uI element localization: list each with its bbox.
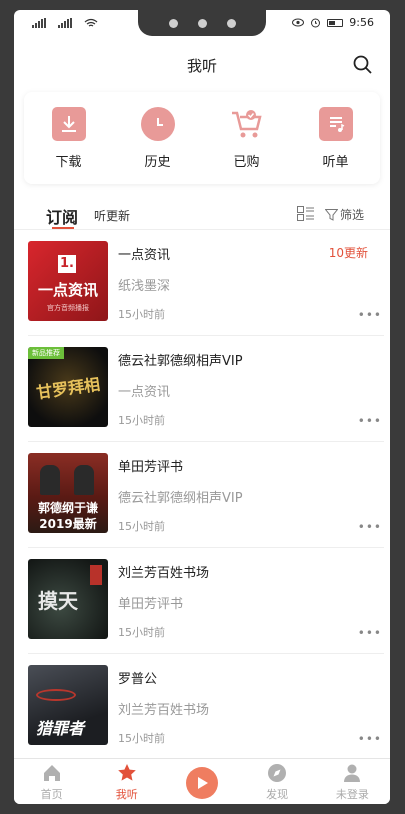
- album-cover[interactable]: 新品推荐 甘罗拜相: [28, 347, 108, 427]
- item-title: 德云社郭德纲相声VIP: [118, 354, 243, 369]
- status-time: 9:56: [349, 16, 374, 29]
- list-tabs: 订阅 听更新 筛选: [14, 200, 390, 232]
- list-item[interactable]: 摸天 刘兰芳百姓书场 单田芳评书 15小时前 •••: [28, 548, 384, 654]
- page-title: 我听: [186, 57, 217, 75]
- nav-label: 我听: [115, 788, 138, 801]
- star-icon: [117, 764, 136, 781]
- item-subtitle: 单田芳评书: [118, 597, 184, 612]
- album-cover[interactable]: 郭德纲于谦 2019最新: [28, 453, 108, 533]
- filter-icon: [324, 208, 338, 221]
- cover-text: 郭德纲于谦: [37, 501, 98, 515]
- item-time: 15小时前: [118, 732, 165, 745]
- item-subtitle: 刘兰芳百姓书场: [118, 703, 210, 718]
- album-cover[interactable]: 1. 一点资讯 官方音频播报: [28, 241, 108, 321]
- item-subtitle: 纸浅墨深: [118, 279, 171, 294]
- more-icon[interactable]: •••: [358, 626, 382, 640]
- wifi-icon: [84, 18, 98, 27]
- play-icon: [185, 767, 218, 799]
- nav-listen[interactable]: 我听: [92, 759, 162, 802]
- more-icon[interactable]: •••: [358, 414, 382, 428]
- more-icon[interactable]: •••: [358, 732, 382, 746]
- nav-discover[interactable]: 发现: [242, 759, 312, 802]
- subscription-list: 1. 一点资讯 官方音频播报 一点资讯 10更新 纸浅墨深 15小时前 ••• …: [14, 230, 390, 760]
- nav-home[interactable]: 首页: [17, 759, 87, 802]
- search-icon[interactable]: [352, 54, 374, 76]
- item-subtitle: 德云社郭德纲相声VIP: [118, 491, 243, 506]
- cover-text: 甘罗拜相: [35, 374, 102, 403]
- update-badge: 10更新: [328, 246, 368, 260]
- more-icon[interactable]: •••: [358, 308, 382, 322]
- nav-label: 发现: [266, 788, 289, 801]
- quick-playlist[interactable]: 听单: [301, 106, 371, 170]
- alarm-icon: [311, 18, 321, 28]
- album-cover[interactable]: 猎罪者: [28, 665, 108, 745]
- user-icon: [344, 764, 361, 782]
- list-item[interactable]: 新品推荐 甘罗拜相 德云社郭德纲相声VIP 一点资讯 15小时前 •••: [28, 336, 384, 442]
- list-item[interactable]: 猎罪者 罗普公 刘兰芳百姓书场 15小时前 •••: [28, 654, 384, 760]
- cover-caption: 官方音频播报: [47, 304, 89, 312]
- cover-text: 猎罪者: [36, 719, 85, 738]
- signal-icon: [32, 18, 46, 28]
- nav-label: 首页: [40, 788, 63, 801]
- notch: [138, 10, 266, 36]
- home-icon: [43, 765, 60, 781]
- item-time: 15小时前: [118, 308, 165, 321]
- list-item[interactable]: 1. 一点资讯 官方音频播报 一点资讯 10更新 纸浅墨深 15小时前 •••: [28, 230, 384, 336]
- eye-icon: [292, 18, 305, 27]
- cover-text: 一点资讯: [37, 281, 98, 299]
- bottom-nav: 首页 我听 发现 未登录: [14, 758, 390, 804]
- item-time: 15小时前: [118, 414, 165, 427]
- battery-icon: [327, 18, 344, 27]
- quick-purchased[interactable]: 已购: [212, 107, 282, 170]
- tab-updates[interactable]: 听更新: [94, 207, 130, 224]
- quick-access-panel: 下载 历史 已购 听单: [24, 92, 380, 184]
- list-item[interactable]: 郭德纲于谦 2019最新 单田芳评书 德云社郭德纲相声VIP 15小时前 •••: [28, 442, 384, 548]
- item-title: 一点资讯: [118, 248, 171, 263]
- compass-icon: [268, 764, 287, 782]
- more-icon[interactable]: •••: [358, 520, 382, 534]
- quick-label: 听单: [322, 154, 349, 170]
- cart-icon: [230, 107, 264, 141]
- item-title: 单田芳评书: [118, 460, 184, 475]
- cover-text: 摸天: [38, 589, 78, 613]
- filter-button[interactable]: 筛选: [324, 206, 364, 223]
- item-time: 15小时前: [118, 626, 165, 639]
- download-icon: [51, 106, 86, 141]
- item-title: 罗普公: [118, 672, 158, 687]
- nav-play[interactable]: [167, 759, 237, 799]
- quick-history[interactable]: 历史: [123, 106, 193, 170]
- item-title: 刘兰芳百姓书场: [118, 566, 210, 581]
- quick-label: 下载: [55, 154, 82, 170]
- nav-label: 未登录: [335, 788, 369, 801]
- cover-caption: 2019最新: [39, 517, 97, 531]
- cover-caption: 新品推荐: [28, 347, 64, 359]
- layout-toggle-icon[interactable]: [297, 206, 314, 221]
- quick-label: 历史: [144, 154, 171, 170]
- clock-icon: [140, 106, 175, 141]
- page-header: 我听: [14, 50, 390, 82]
- playlist-icon: [318, 106, 353, 141]
- filter-label: 筛选: [339, 208, 364, 222]
- item-subtitle: 一点资讯: [118, 385, 171, 400]
- signal-icon: [58, 18, 72, 28]
- nav-profile[interactable]: 未登录: [317, 759, 387, 802]
- quick-label: 已购: [233, 154, 260, 170]
- item-time: 15小时前: [118, 520, 165, 533]
- tab-subscribe[interactable]: 订阅: [46, 204, 78, 228]
- phone-screen: 9:56 我听 下载 历史 已购 听单 订阅 听更新 筛选 1. 一点资讯 官方…: [14, 10, 390, 804]
- album-cover[interactable]: 摸天: [28, 559, 108, 639]
- quick-download[interactable]: 下载: [34, 106, 104, 170]
